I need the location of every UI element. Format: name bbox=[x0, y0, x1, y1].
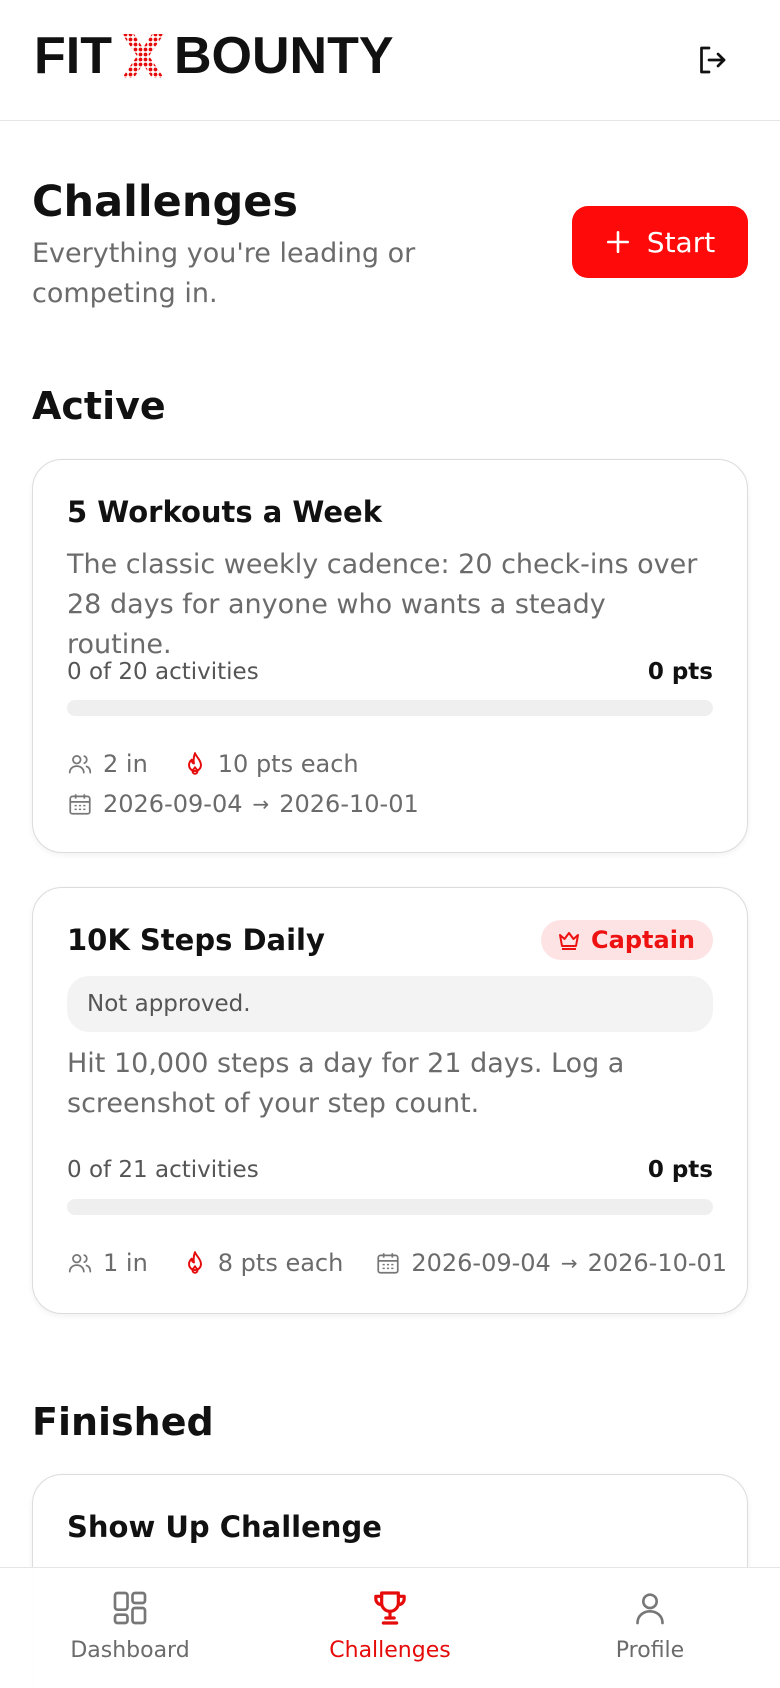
points-each: 8 pts each bbox=[217, 1249, 344, 1277]
challenge-dates: 2026-09-04 → 2026-10-01 bbox=[67, 788, 419, 820]
challenge-title: 10K Steps Daily bbox=[67, 923, 325, 957]
challenge-meta: 2 in 10 pts each bbox=[67, 748, 359, 780]
challenge-meta: 1 in 8 pts each 2026-09-04 → 2026-10-01 bbox=[67, 1247, 727, 1279]
bottom-navigation: Dashboard Challenges Profile bbox=[0, 1567, 780, 1688]
trophy-icon bbox=[374, 1591, 406, 1625]
participants-count: 1 in bbox=[103, 1249, 148, 1277]
progress-bar bbox=[67, 1199, 713, 1215]
logo-text-left: FIT bbox=[34, 27, 112, 85]
badge-label: Captain bbox=[591, 926, 695, 954]
user-icon bbox=[636, 1593, 664, 1625]
top-bar: FIT BOUNTY bbox=[0, 0, 780, 121]
points-each: 10 pts each bbox=[217, 750, 359, 778]
start-challenge-button[interactable]: Start bbox=[572, 206, 748, 278]
start-date: 2026-09-04 bbox=[103, 790, 243, 818]
nav-label-challenges: Challenges bbox=[329, 1638, 451, 1663]
date-arrow: → bbox=[560, 1251, 578, 1275]
progress-label: 0 of 21 activities bbox=[67, 1157, 259, 1183]
start-date: 2026-09-04 bbox=[411, 1249, 551, 1277]
logout-icon[interactable] bbox=[694, 42, 730, 78]
captain-badge: Captain bbox=[541, 920, 713, 960]
challenge-card[interactable]: 10K Steps Daily Captain Not approved. Hi… bbox=[32, 887, 748, 1314]
plus-icon bbox=[606, 230, 629, 254]
end-date: 2026-10-01 bbox=[587, 1249, 728, 1277]
nav-item-profile[interactable]: Profile bbox=[520, 1568, 780, 1688]
participants: 2 in bbox=[67, 748, 148, 780]
users-icon bbox=[68, 1254, 92, 1273]
app-logo[interactable]: FIT BOUNTY bbox=[34, 30, 394, 82]
challenge-title: 5 Workouts a Week bbox=[67, 495, 382, 529]
date-arrow: → bbox=[252, 792, 270, 816]
challenge-description: The classic weekly cadence: 20 check-ins… bbox=[67, 549, 698, 660]
approval-status-notice: Not approved. bbox=[67, 976, 713, 1032]
challenge-title: Show Up Challenge bbox=[67, 1510, 382, 1544]
points-value: 0 pts bbox=[647, 1157, 713, 1183]
nav-item-challenges[interactable]: Challenges bbox=[260, 1568, 520, 1688]
flame-icon bbox=[187, 752, 202, 775]
page-header: Challenges Everything you're leading or … bbox=[32, 172, 748, 322]
page-subtitle: Everything you're leading or competing i… bbox=[32, 238, 416, 309]
calendar-icon bbox=[377, 1253, 399, 1274]
end-date: 2026-10-01 bbox=[279, 790, 419, 818]
progress-label: 0 of 20 activities bbox=[67, 659, 259, 685]
flame-icon bbox=[187, 1251, 202, 1274]
nav-label-profile: Profile bbox=[615, 1638, 685, 1663]
dashboard-icon bbox=[113, 1591, 147, 1625]
challenge-description: Hit 10,000 steps a day for 21 days. Log … bbox=[67, 1048, 625, 1119]
points-value: 0 pts bbox=[647, 659, 713, 685]
nav-item-dashboard[interactable]: Dashboard bbox=[0, 1568, 260, 1688]
progress-bar bbox=[67, 700, 713, 716]
points-per-activity: 8 pts each bbox=[182, 1247, 344, 1279]
challenge-card[interactable]: 5 Workouts a Week The classic weekly cad… bbox=[32, 459, 748, 853]
points-per-activity: 10 pts each bbox=[182, 748, 359, 780]
crown-icon bbox=[559, 932, 580, 950]
calendar-icon bbox=[69, 794, 91, 815]
challenge-dates: 2026-09-04 → 2026-10-01 bbox=[375, 1247, 727, 1279]
users-icon bbox=[68, 755, 92, 774]
finished-section-title: Finished bbox=[32, 1400, 214, 1444]
participants-count: 2 in bbox=[103, 750, 148, 778]
logo-x-mark-icon bbox=[121, 34, 164, 78]
nav-label-dashboard: Dashboard bbox=[70, 1638, 190, 1663]
logo-text-right: BOUNTY bbox=[173, 27, 394, 85]
start-button-label: Start bbox=[646, 225, 716, 259]
participants: 1 in bbox=[67, 1247, 148, 1279]
active-section-title: Active bbox=[32, 384, 166, 428]
